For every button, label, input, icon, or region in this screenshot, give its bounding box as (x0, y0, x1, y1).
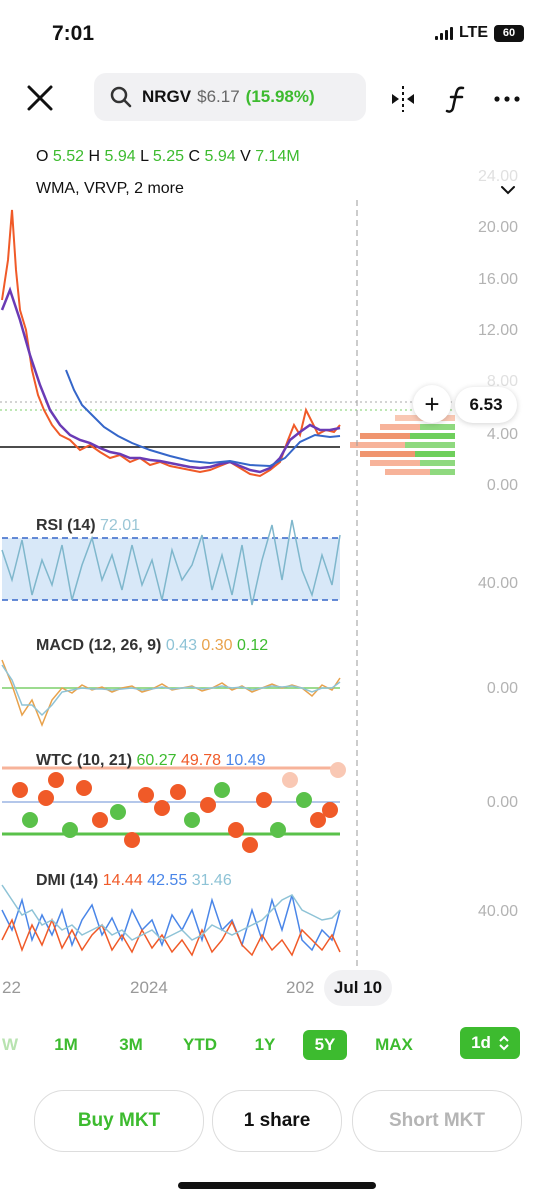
status-indicators: LTE 60 (434, 24, 524, 42)
dmi-label: DMI (14) (36, 872, 99, 889)
price-candles (1, 209, 341, 478)
volume-profile (350, 415, 455, 475)
dmi-adx-value: 31.46 (191, 872, 232, 889)
wtc-value-2: 49.78 (180, 752, 222, 769)
crosshair-date: Jul 10 (324, 970, 392, 1006)
function-icon[interactable] (442, 84, 472, 114)
symbol-ticker: NRGV (142, 87, 192, 106)
add-alert-button[interactable]: + (413, 385, 451, 423)
price-axis-label: 12.00 (477, 322, 518, 339)
range-5y[interactable]: 5Y (303, 1030, 347, 1060)
more-icon[interactable] (492, 84, 522, 114)
macd-signal-value: 0.30 (201, 637, 233, 654)
dmi-minus-line (1, 917, 341, 957)
macd-title: MACD (12, 26, 9) 0.43 0.30 0.12 (36, 637, 268, 655)
updown-icon (499, 1035, 509, 1051)
battery-icon: 60 (494, 24, 524, 42)
price-axis-label: 16.00 (477, 271, 518, 288)
range-1y[interactable]: 1Y (246, 1030, 284, 1060)
status-time: 7:01 (52, 22, 95, 45)
wtc-axis-label: 0.00 (486, 794, 518, 811)
symbol-change: (15.98%) (245, 87, 315, 106)
interval-selector[interactable]: 1d (460, 1027, 520, 1059)
dmi-minus-value: 14.44 (102, 872, 143, 889)
wtc-title: WTC (10, 21) 60.27 49.78 10.49 (36, 752, 266, 770)
range-ytd[interactable]: YTD (178, 1030, 222, 1060)
macd-label: MACD (12, 26, 9) (36, 637, 162, 654)
buy-button[interactable]: Buy MKT (34, 1090, 204, 1152)
short-button[interactable]: Short MKT (352, 1090, 522, 1152)
wma-line (0, 286, 341, 474)
current-price-tag: 6.53 (455, 387, 517, 423)
date-label: 2024 (130, 978, 168, 997)
wtc-value-1: 60.27 (136, 752, 177, 769)
range-max[interactable]: MAX (370, 1030, 418, 1060)
range-3m[interactable]: 3M (111, 1030, 151, 1060)
price-axis-label: 24.00 (477, 168, 518, 185)
close-icon[interactable] (26, 84, 54, 112)
wtc-value-3: 10.49 (225, 752, 266, 769)
wtc-dots (12, 762, 346, 853)
interval-label: 1d (471, 1033, 491, 1052)
range-w[interactable]: W (0, 1030, 20, 1060)
symbol-price: $6.17 (197, 87, 240, 106)
home-indicator (178, 1182, 376, 1189)
price-axis-label: 20.00 (477, 219, 518, 236)
range-1m[interactable]: 1M (46, 1030, 86, 1060)
signal-icon (434, 26, 453, 40)
macd-value: 0.43 (165, 637, 197, 654)
rsi-title: RSI (14) 72.01 (36, 517, 140, 535)
dmi-plus-value: 42.55 (147, 872, 188, 889)
search-icon (110, 86, 132, 108)
price-axis-label: 0.00 (486, 477, 518, 494)
rsi-band (2, 538, 340, 600)
date-label: 202 (286, 978, 315, 997)
rsi-label: RSI (14) (36, 517, 96, 534)
price-axis-label: 4.00 (486, 426, 518, 443)
quantity-button[interactable]: 1 share (212, 1090, 342, 1152)
macd-line (1, 659, 341, 728)
symbol-search-bar[interactable]: NRGV $6.17 (15.98%) (94, 73, 366, 121)
macd-axis-label: 0.00 (486, 680, 518, 697)
network-label: LTE (458, 24, 488, 41)
plus-icon: + (424, 388, 440, 419)
split-arrows-icon[interactable] (388, 84, 418, 114)
date-label: 22 (2, 978, 21, 997)
macd-hist-value: 0.12 (237, 637, 269, 654)
dmi-title: DMI (14) 14.44 42.55 31.46 (36, 872, 232, 890)
rsi-value: 72.01 (100, 517, 141, 534)
chart-canvas[interactable] (0, 140, 554, 970)
wtc-label: WTC (10, 21) (36, 752, 133, 769)
rsi-axis-label: 40.00 (477, 575, 518, 592)
dmi-axis-label: 40.00 (477, 903, 518, 920)
